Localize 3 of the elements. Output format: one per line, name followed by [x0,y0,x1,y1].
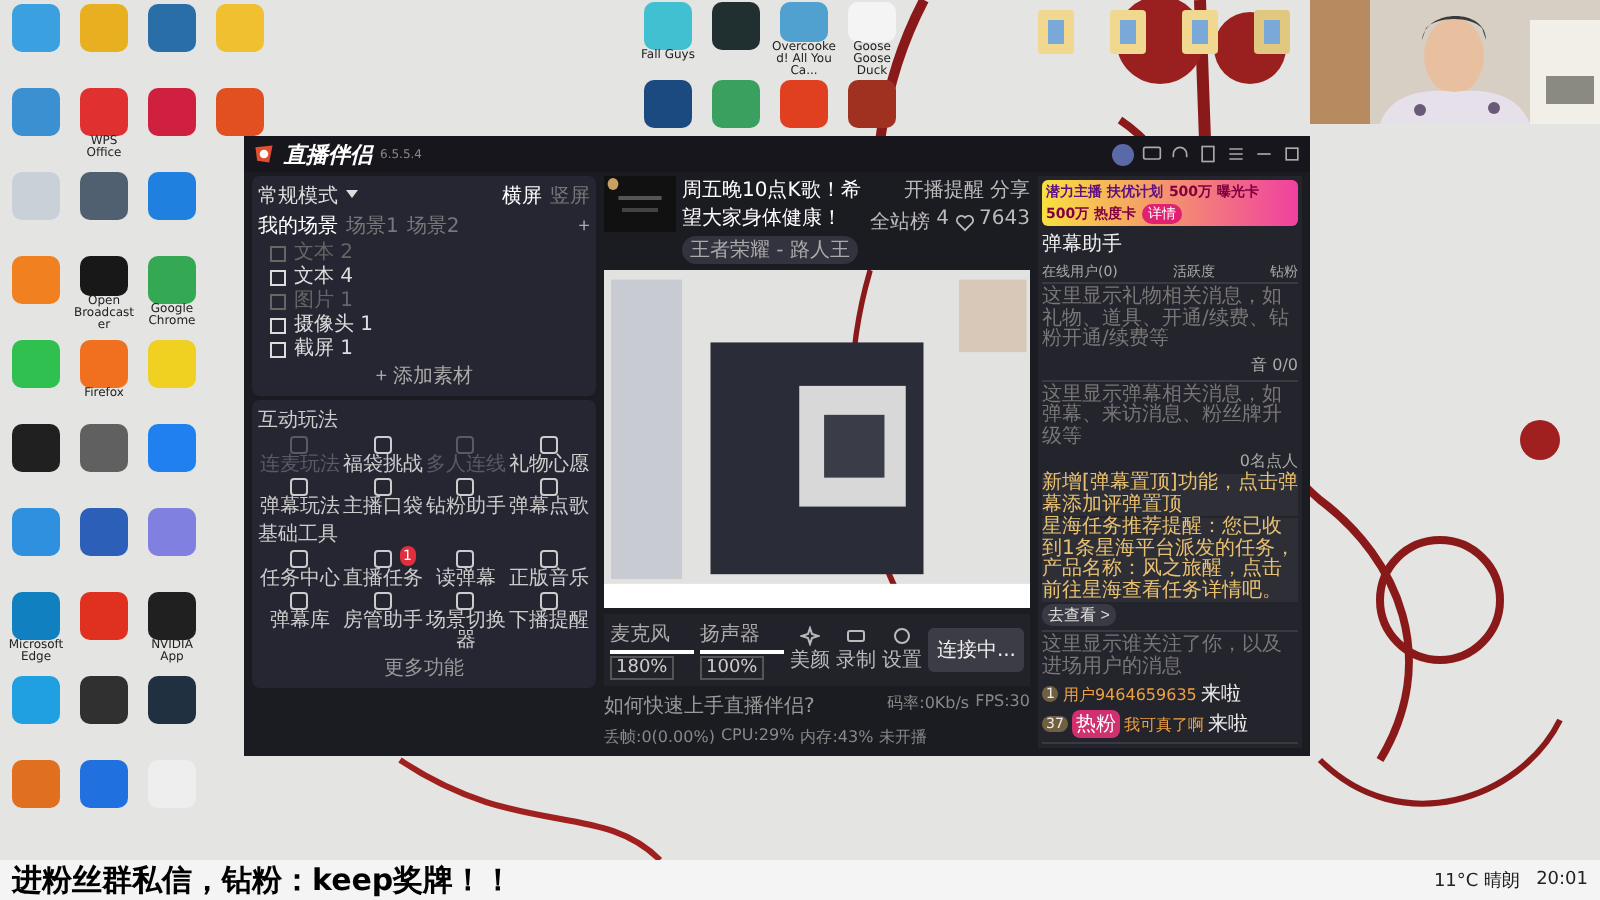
caption-text: 进粉丝群私信，钻粉：keep奖牌！！ [12,861,514,899]
weather-text[interactable]: 11°C 晴朗 [1433,867,1521,893]
clock-text[interactable]: 20:01 [1536,870,1588,890]
